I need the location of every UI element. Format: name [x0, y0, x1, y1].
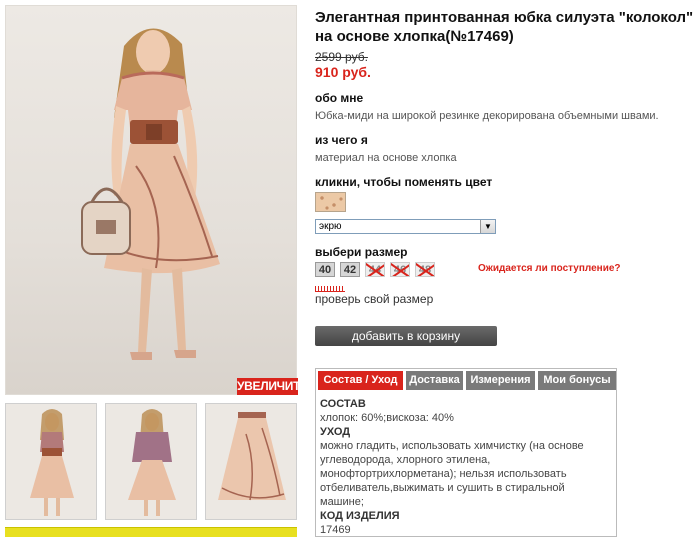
tab-measurements[interactable]: Измерения [466, 371, 535, 390]
color-select[interactable]: экрю ▼ [315, 219, 496, 234]
material-heading: из чего я [315, 133, 368, 147]
size-label: 48 [418, 264, 432, 276]
composition-text: хлопок: 60%;вискоза: 40% [320, 412, 454, 424]
tab-my-bonuses[interactable]: Мои бонусы [538, 371, 616, 390]
size-heading: выбери размер [315, 245, 408, 259]
product-title: Элегантная принтованная юбка силуэта "ко… [315, 9, 694, 45]
care-text: можно гладить, использовать химчистку (н… [320, 440, 584, 508]
info-tabs: Состав / Уход Доставка Измерения Мои бон… [315, 368, 617, 537]
about-text: Юбка-миди на широкой резинке декорирован… [315, 110, 659, 122]
code-heading: КОД ИЗДЕЛИЯ [320, 510, 400, 522]
size-label: 44 [368, 264, 382, 276]
size-label: 46 [393, 264, 407, 276]
restock-link[interactable]: Ожидается ли поступление? [478, 263, 621, 274]
size-option-48-unavailable: 48 [415, 262, 435, 277]
tab-composition-care[interactable]: Состав / Уход [318, 371, 403, 390]
zoom-button[interactable]: УВЕЛИЧИТЬ [237, 378, 309, 395]
composition-heading: СОСТАВ [320, 398, 366, 410]
main-product-photo[interactable] [5, 5, 297, 395]
tab-panel: СОСТАВ хлопок: 60%;вискоза: 40% УХОД мож… [320, 397, 610, 537]
thumbnail-3[interactable] [205, 403, 297, 520]
check-size-link[interactable]: проверь свой размер [315, 292, 433, 306]
color-select-value: экрю [319, 221, 342, 232]
promo-banner[interactable] [5, 527, 297, 537]
color-swatch-ecru[interactable] [315, 192, 346, 212]
size-option-42[interactable]: 42 [340, 262, 360, 277]
tab-delivery[interactable]: Доставка [406, 371, 463, 390]
add-to-cart-button[interactable]: добавить в корзину [315, 326, 497, 346]
thumbnail-1[interactable] [5, 403, 97, 520]
care-heading: УХОД [320, 426, 351, 438]
size-option-46-unavailable: 46 [390, 262, 410, 277]
color-heading: кликни, чтобы поменять цвет [315, 175, 493, 189]
size-option-40[interactable]: 40 [315, 262, 335, 277]
code-value: 17469 [320, 524, 351, 536]
material-text: материал на основе хлопка [315, 152, 457, 164]
chevron-down-icon[interactable]: ▼ [480, 220, 495, 233]
size-option-44-unavailable: 44 [365, 262, 385, 277]
current-price: 910 руб. [315, 64, 371, 80]
thumbnail-2[interactable] [105, 403, 197, 520]
old-price: 2599 руб. [315, 50, 368, 64]
about-heading: обо мне [315, 91, 364, 105]
